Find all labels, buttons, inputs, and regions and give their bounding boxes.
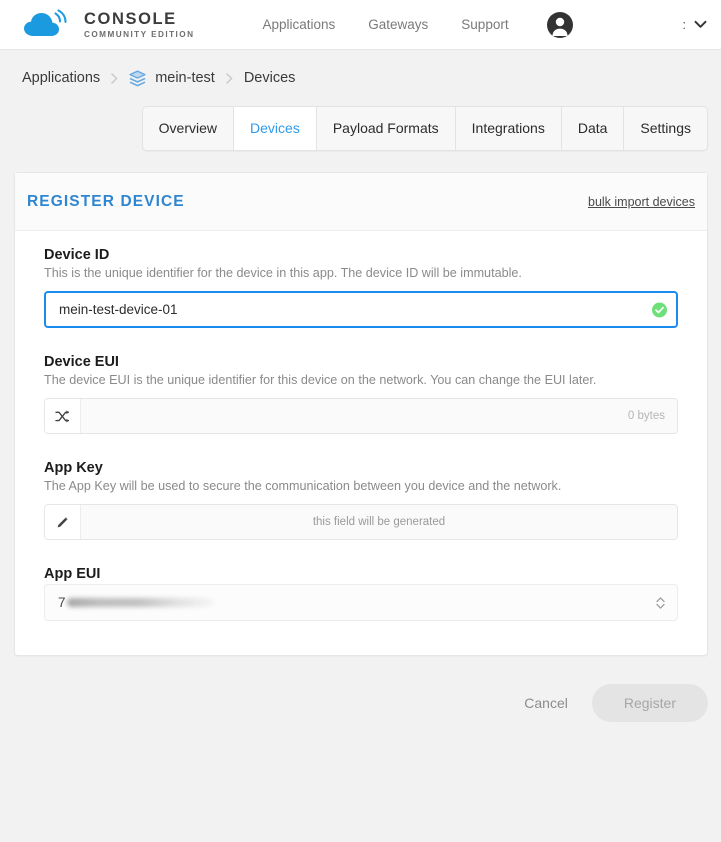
device-id-input-wrapper[interactable]: [44, 291, 678, 328]
app-key-edit-button[interactable]: [45, 505, 81, 539]
brand-subtitle: COMMUNITY EDITION: [84, 29, 195, 39]
breadcrumb-item-applications[interactable]: Applications: [22, 70, 100, 86]
app-key-generated-note: this field will be generated: [312, 516, 446, 528]
pencil-icon: [55, 515, 70, 530]
tab-integrations[interactable]: Integrations: [455, 107, 562, 150]
card-body: Device ID This is the unique identifier …: [15, 231, 707, 655]
tab-data[interactable]: Data: [561, 107, 625, 150]
tab-bar-wrapper: Overview Devices Payload Formats Integra…: [0, 106, 721, 151]
app-key-field: this field will be generated: [81, 505, 677, 539]
app-eui-label: App EUI: [44, 566, 101, 582]
tab-devices[interactable]: Devices: [234, 107, 317, 150]
card-header: REGISTER DEVICE bulk import devices: [15, 173, 707, 231]
chevron-down-icon: [694, 20, 707, 29]
app-key-description: The App Key will be used to secure the c…: [44, 479, 562, 493]
chevron-right-icon: [111, 72, 118, 84]
device-id-input[interactable]: [59, 302, 646, 317]
device-eui-description: The device EUI is the unique identifier …: [44, 373, 597, 387]
brand-title: CONSOLE: [84, 10, 177, 29]
user-menu[interactable]: :: [683, 18, 707, 32]
tab-bar: Overview Devices Payload Formats Integra…: [141, 106, 708, 151]
app-key-label: App Key: [44, 460, 103, 476]
primary-nav: Applications Gateways Support: [262, 17, 508, 32]
user-avatar-icon[interactable]: [509, 11, 573, 38]
field-device-eui: Device EUI The device EUI is the unique …: [44, 354, 678, 434]
breadcrumb-item-devices: Devices: [243, 70, 296, 86]
chevron-up-down-icon: [655, 595, 666, 610]
field-device-id: Device ID This is the unique identifier …: [44, 247, 678, 328]
field-app-key: App Key The App Key will be used to secu…: [44, 460, 678, 540]
app-eui-selected-value: 7: [58, 595, 215, 610]
field-app-eui: App EUI 7: [44, 566, 678, 621]
nav-link-support[interactable]: Support: [461, 17, 508, 32]
device-eui-field[interactable]: 0 bytes: [81, 399, 677, 433]
device-eui-label: Device EUI: [44, 354, 119, 370]
layers-icon: [129, 70, 146, 87]
tab-overview[interactable]: Overview: [142, 107, 235, 150]
top-navbar: CONSOLE COMMUNITY EDITION Applications G…: [0, 0, 721, 50]
app-eui-value-redacted: [66, 598, 215, 607]
tab-settings[interactable]: Settings: [624, 107, 707, 150]
user-menu-label: :: [682, 17, 686, 32]
cloud-signal-icon: [22, 8, 74, 41]
breadcrumb-item-mein-test[interactable]: mein-test: [129, 70, 215, 87]
device-eui-randomize-button[interactable]: [45, 399, 81, 433]
device-id-description: This is the unique identifier for the de…: [44, 266, 522, 280]
app-key-input-group: this field will be generated: [44, 504, 678, 540]
device-eui-input[interactable]: [93, 408, 620, 424]
app-eui-value-prefix: 7: [58, 595, 66, 610]
breadcrumb: Applications mein-test Devices: [0, 50, 721, 106]
page-title: REGISTER DEVICE: [27, 192, 185, 210]
shuffle-icon: [55, 409, 70, 424]
device-eui-byte-count: 0 bytes: [627, 410, 665, 422]
app-eui-select[interactable]: 7: [44, 584, 678, 621]
check-circle-icon: [652, 302, 667, 317]
register-device-card: REGISTER DEVICE bulk import devices Devi…: [14, 172, 708, 656]
tab-payload-formats[interactable]: Payload Formats: [316, 107, 456, 150]
brand-logo-group[interactable]: CONSOLE COMMUNITY EDITION: [22, 8, 195, 41]
form-actions: Cancel Register: [0, 656, 721, 722]
breadcrumb-label-mein-test[interactable]: mein-test: [155, 70, 215, 86]
nav-link-applications[interactable]: Applications: [262, 17, 335, 32]
bulk-import-devices-link[interactable]: bulk import devices: [588, 195, 695, 209]
register-button[interactable]: Register: [591, 684, 708, 722]
chevron-right-icon: [226, 72, 233, 84]
device-eui-input-group: 0 bytes: [44, 398, 678, 434]
device-id-label: Device ID: [44, 247, 110, 263]
nav-link-gateways[interactable]: Gateways: [368, 17, 428, 32]
cancel-button[interactable]: Cancel: [510, 685, 582, 721]
